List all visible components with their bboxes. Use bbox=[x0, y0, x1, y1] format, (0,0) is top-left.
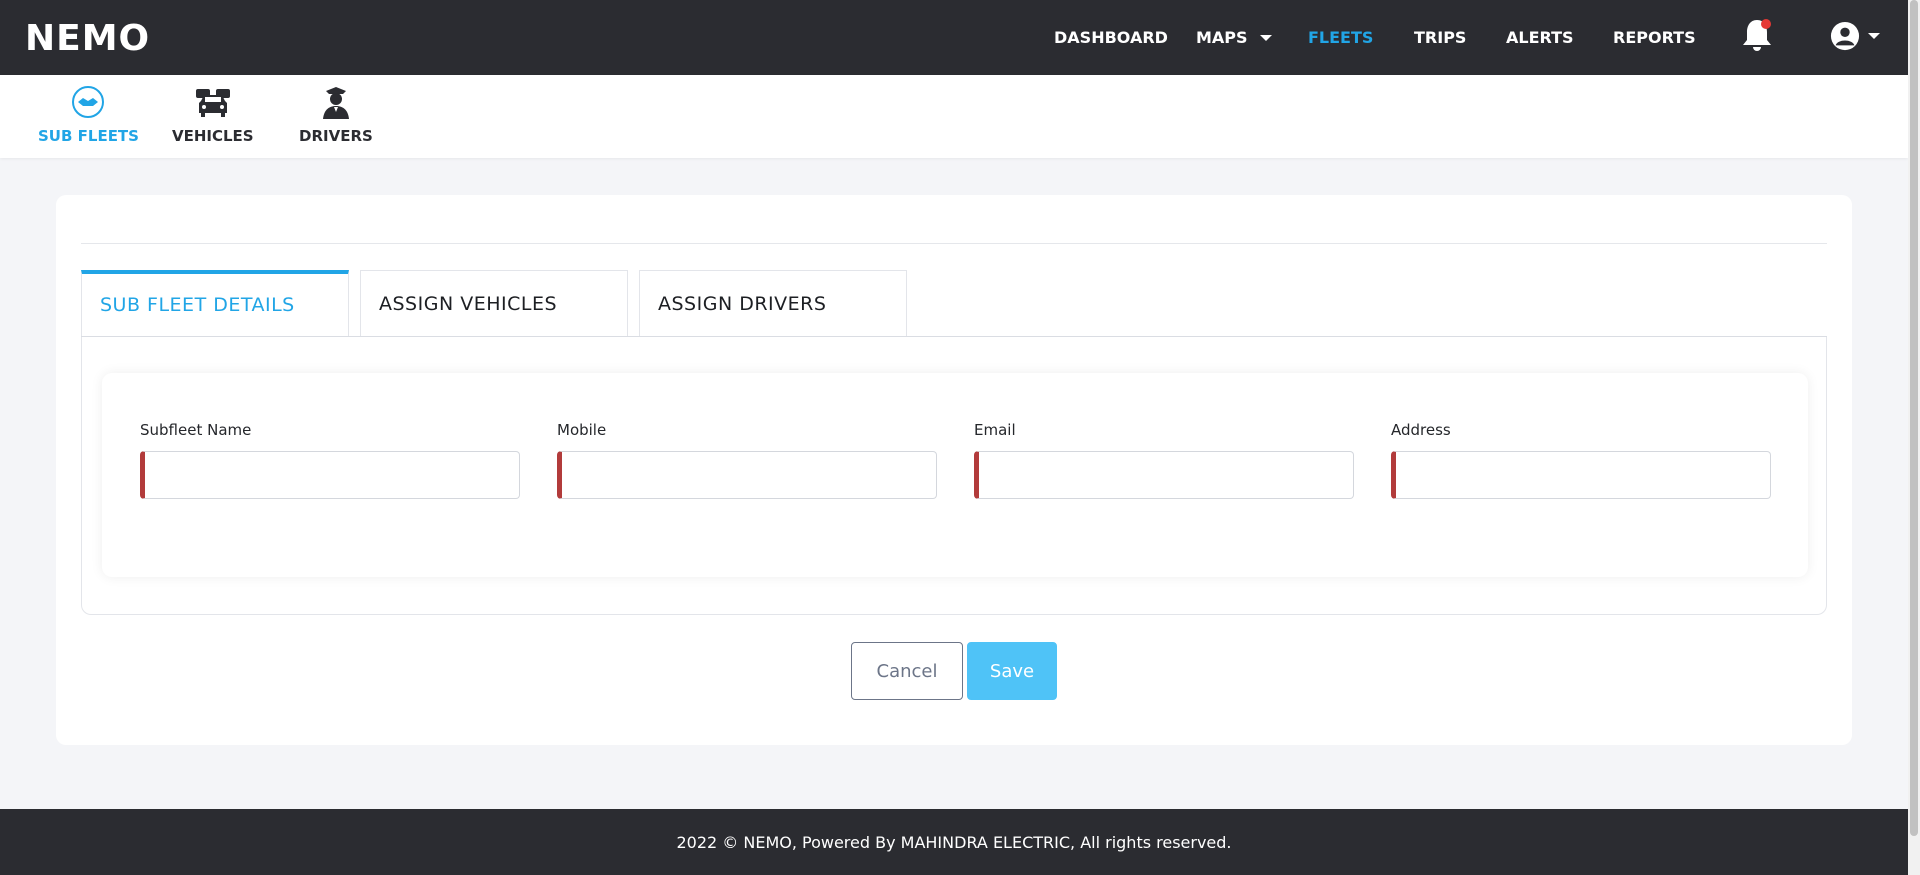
top-navbar: NEMO DASHBOARD MAPS FLEETS TRIPS ALERTS … bbox=[0, 0, 1908, 75]
chevron-down-icon bbox=[1868, 33, 1880, 39]
bell-icon[interactable] bbox=[1740, 16, 1774, 54]
page-scrollbar[interactable] bbox=[1908, 0, 1920, 875]
mobile-field: Mobile bbox=[557, 421, 937, 499]
nav-maps[interactable]: MAPS bbox=[1196, 0, 1272, 75]
subnav-vehicles-label: VEHICLES bbox=[172, 127, 254, 145]
nav-maps-label: MAPS bbox=[1196, 28, 1248, 47]
tab-panel: Subfleet Name Mobile Email Address bbox=[81, 337, 1827, 615]
email-input[interactable] bbox=[974, 451, 1354, 499]
email-label: Email bbox=[974, 421, 1016, 439]
tab-assign-drivers[interactable]: ASSIGN DRIVERS bbox=[639, 270, 907, 336]
save-button[interactable]: Save bbox=[967, 642, 1057, 700]
mobile-label: Mobile bbox=[557, 421, 607, 439]
subfleet-name-input[interactable] bbox=[140, 451, 520, 499]
fleet-subnav: SUB FLEETS VEHICLES DRIVERS bbox=[0, 75, 1908, 158]
handshake-icon bbox=[68, 83, 108, 121]
card-divider bbox=[81, 243, 1827, 244]
footer-copyright: 2022 © NEMO, Powered By MAHINDRA ELECTRI… bbox=[676, 832, 1232, 852]
app-logo[interactable]: NEMO bbox=[25, 18, 150, 59]
chevron-down-icon bbox=[1259, 34, 1272, 41]
nav-alerts[interactable]: ALERTS bbox=[1506, 0, 1574, 75]
tab-assign-vehicles[interactable]: ASSIGN VEHICLES bbox=[360, 270, 628, 336]
scrollbar-thumb[interactable] bbox=[1910, 0, 1918, 836]
subnav-sub-fleets-label: SUB FLEETS bbox=[38, 127, 139, 145]
page-footer: 2022 © NEMO, Powered By MAHINDRA ELECTRI… bbox=[0, 809, 1908, 875]
driver-icon bbox=[316, 83, 356, 121]
cancel-button[interactable]: Cancel bbox=[851, 642, 963, 700]
user-menu[interactable] bbox=[1830, 18, 1880, 54]
nav-dashboard[interactable]: DASHBOARD bbox=[1054, 0, 1168, 75]
vehicles-icon bbox=[193, 83, 233, 121]
sub-fleet-form: Subfleet Name Mobile Email Address bbox=[102, 373, 1808, 577]
subfleet-name-label: Subfleet Name bbox=[140, 421, 252, 439]
nav-reports[interactable]: REPORTS bbox=[1613, 0, 1696, 75]
address-field: Address bbox=[1391, 421, 1771, 499]
tab-sub-fleet-details[interactable]: SUB FLEET DETAILS bbox=[81, 270, 349, 336]
nav-trips[interactable]: TRIPS bbox=[1414, 0, 1466, 75]
nav-fleets[interactable]: FLEETS bbox=[1308, 0, 1373, 75]
email-field: Email bbox=[974, 421, 1354, 499]
subfleet-name-field: Subfleet Name bbox=[140, 421, 520, 499]
subnav-sub-fleets[interactable]: SUB FLEETS bbox=[38, 83, 139, 145]
sub-fleet-card: SUB FLEET DETAILS ASSIGN VEHICLES ASSIGN… bbox=[56, 195, 1852, 745]
subnav-drivers[interactable]: DRIVERS bbox=[299, 83, 373, 145]
subnav-drivers-label: DRIVERS bbox=[299, 127, 373, 145]
subnav-vehicles[interactable]: VEHICLES bbox=[172, 83, 254, 145]
mobile-input[interactable] bbox=[557, 451, 937, 499]
address-label: Address bbox=[1391, 421, 1451, 439]
user-circle-icon bbox=[1830, 21, 1860, 51]
address-input[interactable] bbox=[1391, 451, 1771, 499]
